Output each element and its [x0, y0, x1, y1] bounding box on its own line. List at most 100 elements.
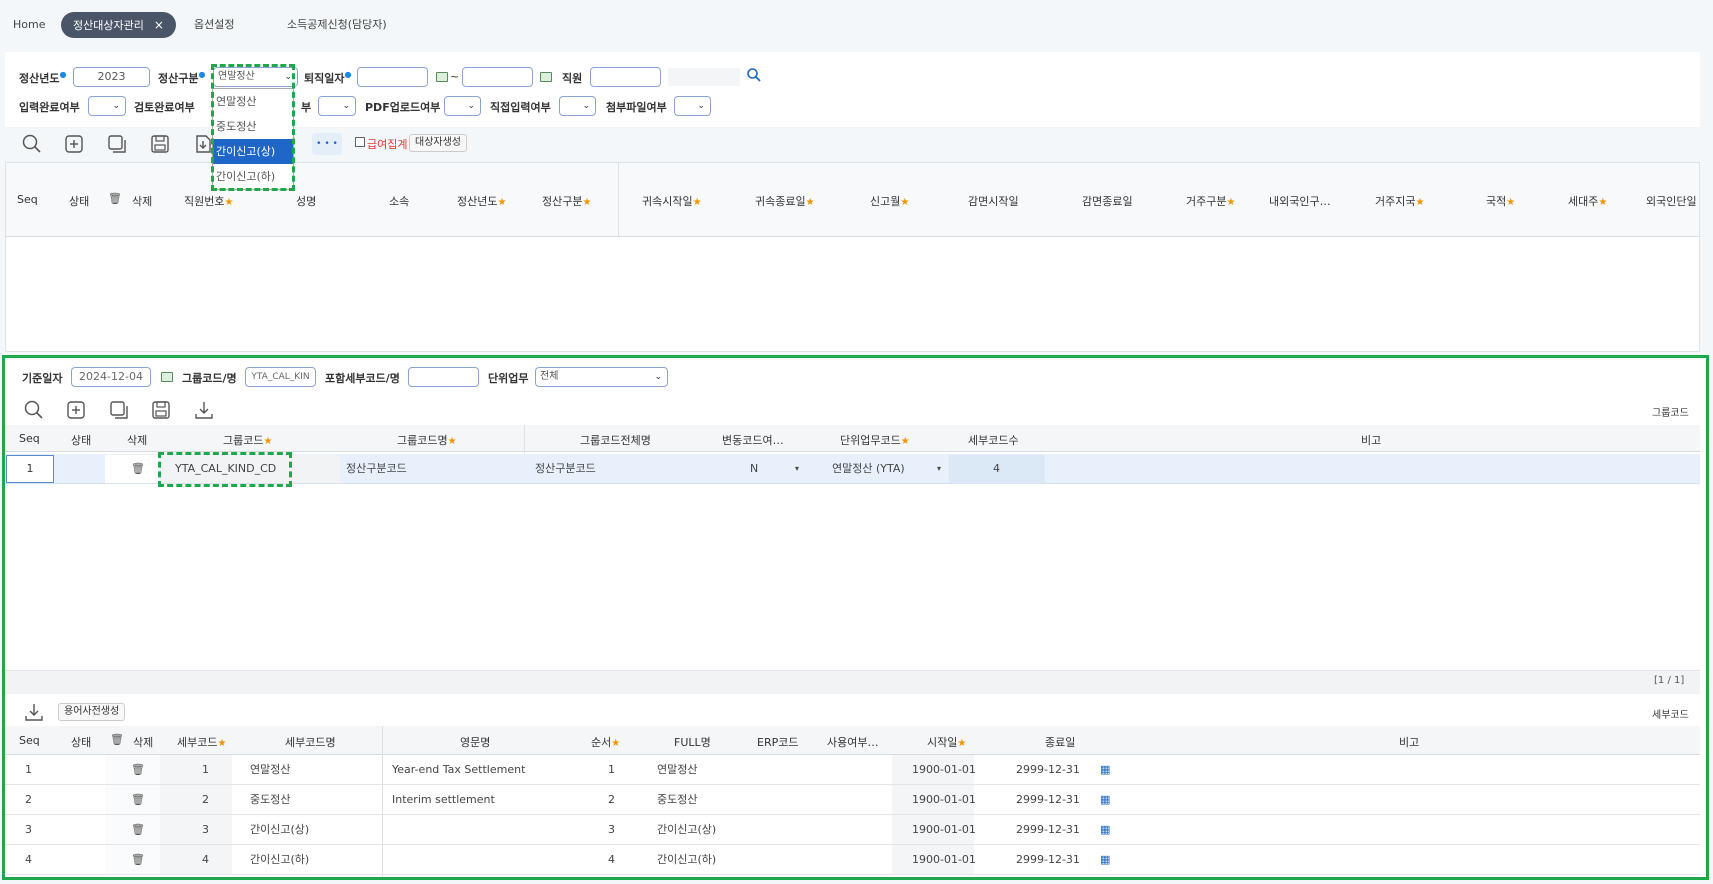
create-target-button[interactable]: 대상자생성 — [409, 134, 467, 152]
col-foreign-single: 외국인단일 — [1646, 195, 1697, 208]
add-icon[interactable] — [65, 399, 87, 421]
direct-select[interactable]: ⌄ — [559, 96, 596, 116]
table-row[interactable]: 2 🗑 2 중도정산 Interim settlement 2 중도정산 190… — [5, 785, 1700, 815]
input-done-select[interactable]: ⌄ — [88, 96, 126, 116]
name: 중도정산 — [250, 793, 291, 806]
seq: 1 — [25, 763, 32, 776]
download-icon[interactable] — [192, 133, 214, 155]
search-icon[interactable] — [746, 67, 762, 83]
dictionary-button[interactable]: 용어사전생성 — [58, 703, 126, 721]
retire-to-input[interactable] — [462, 67, 533, 87]
kind-select[interactable]: 연말정산 ⌄ — [213, 67, 298, 87]
chevron-down-icon: ⌄ — [697, 101, 705, 111]
order: 1 — [608, 763, 615, 776]
option-year-end[interactable]: 연말정산 — [213, 89, 293, 114]
tab-home[interactable]: Home — [13, 12, 45, 38]
add-icon[interactable] — [63, 133, 85, 155]
attach-select[interactable]: ⌄ — [674, 96, 711, 116]
save-icon[interactable] — [150, 399, 172, 421]
col-attr-end: 귀속종료일★ — [755, 195, 815, 208]
code: 2 — [202, 793, 209, 806]
trash-icon[interactable]: 🗑 — [131, 462, 145, 475]
search-icon[interactable] — [21, 133, 43, 155]
detail-code-label: 포함세부코드/명 — [325, 372, 400, 385]
group-code-value: YTA_CAL_KIND_CD — [175, 462, 277, 475]
pdf-select[interactable]: ⌄ — [444, 96, 481, 116]
unit-code-value[interactable]: 연말정산 (YTA) — [832, 454, 905, 484]
col-english: 영문명 — [460, 736, 491, 749]
save-icon[interactable] — [149, 133, 171, 155]
more-button[interactable]: • • • — [312, 133, 342, 155]
group-input[interactable]: YTA_CAL_KIN — [245, 367, 316, 387]
detail-code-input[interactable] — [408, 367, 479, 387]
trash-icon[interactable]: 🗑 — [131, 755, 145, 785]
calendar-icon[interactable] — [540, 72, 552, 82]
calendar-icon[interactable] — [161, 372, 173, 382]
emp-input[interactable] — [590, 67, 661, 87]
end: 2999-12-31 — [1016, 793, 1080, 806]
group-name-value: 정산구분코드 — [346, 462, 407, 475]
tab-settlement-target[interactable]: 정산대상자관리 × — [61, 12, 176, 38]
tab-deduction-request[interactable]: 소득공제신청(담당자) — [287, 12, 387, 38]
col-householder: 세대주★ — [1568, 195, 1608, 208]
col-attr-start: 귀속시작일★ — [642, 195, 702, 208]
table-row[interactable]: 3 🗑 3 간이신고(상) 3 간이신고(상) 1900-01-01 2999-… — [5, 815, 1700, 845]
trash-icon: 🗑 — [108, 192, 122, 205]
calendar-icon[interactable]: ▦ — [1100, 845, 1110, 875]
order: 4 — [608, 853, 615, 866]
var-code-value[interactable]: N — [750, 454, 758, 484]
option-simple-upper[interactable]: 간이신고(상) — [213, 139, 293, 164]
year-input[interactable]: 2023 — [73, 67, 150, 87]
col-nationality: 국적★ — [1486, 195, 1516, 208]
close-icon[interactable]: × — [154, 18, 164, 32]
salary-sum-checkbox[interactable] — [355, 137, 365, 147]
full: 연말정산 — [657, 763, 698, 776]
count-value: 4 — [993, 462, 1000, 475]
direct-label: 직접입력여부 — [490, 101, 551, 114]
col-seq: Seq — [19, 432, 40, 445]
row-seq[interactable]: 1 — [6, 455, 54, 483]
copy-icon[interactable] — [106, 133, 128, 155]
partial-label: 부 — [301, 101, 312, 114]
option-simple-lower[interactable]: 간이신고(하) — [213, 164, 293, 189]
chevron-down-icon: ⌄ — [342, 101, 350, 111]
col-delete: 삭제 — [133, 736, 154, 749]
tab-options[interactable]: 옵션설정 — [194, 12, 234, 38]
seq: 3 — [25, 823, 32, 836]
calendar-icon[interactable] — [436, 72, 448, 82]
pdf-label: PDF업로드여부 — [365, 101, 441, 114]
col-start: 시작일★ — [927, 736, 967, 749]
chevron-down-icon: ⌄ — [467, 101, 475, 111]
unit-label: 단위업무 — [488, 372, 529, 385]
chevron-down-icon: ⌄ — [654, 372, 662, 382]
option-interim[interactable]: 중도정산 — [213, 114, 293, 139]
retire-from-input[interactable] — [357, 67, 428, 87]
col-report-month: 신고월★ — [870, 195, 910, 208]
col-seq: Seq — [19, 734, 40, 747]
trash-icon[interactable]: 🗑 — [131, 845, 145, 875]
col-seq: Seq — [17, 193, 38, 206]
trash-icon[interactable]: 🗑 — [131, 785, 145, 815]
download-icon[interactable] — [23, 701, 45, 723]
calendar-icon[interactable]: ▦ — [1100, 755, 1110, 785]
base-date-input[interactable]: 2024-12-04 — [71, 367, 151, 387]
partial-select[interactable]: ⌄ — [318, 96, 356, 116]
chevron-down-icon[interactable]: ▾ — [795, 454, 799, 484]
english: Year-end Tax Settlement — [392, 763, 526, 776]
chevron-down-icon[interactable]: ▾ — [937, 454, 941, 484]
calendar-icon[interactable]: ▦ — [1100, 815, 1110, 845]
col-status: 상태 — [71, 736, 92, 749]
copy-icon[interactable] — [108, 399, 130, 421]
search-icon[interactable] — [23, 399, 45, 421]
trash-icon[interactable]: 🗑 — [131, 815, 145, 845]
calendar-icon[interactable]: ▦ — [1100, 785, 1110, 815]
unit-select[interactable]: 전체 ⌄ — [535, 367, 668, 387]
start: 1900-01-01 — [912, 823, 976, 836]
download-icon[interactable] — [193, 399, 215, 421]
col-remark: 비고 — [1361, 434, 1382, 447]
table-row[interactable]: 1 🗑 1 연말정산 Year-end Tax Settlement 1 연말정… — [5, 755, 1700, 785]
table-row[interactable]: 4 🗑 4 간이신고(하) 4 간이신고(하) 1900-01-01 2999-… — [5, 845, 1700, 875]
tab-label: 정산대상자관리 — [73, 19, 144, 32]
detail-rows: 1 🗑 1 연말정산 Year-end Tax Settlement 1 연말정… — [5, 755, 1700, 875]
chevron-down-icon: ⌄ — [112, 101, 120, 111]
